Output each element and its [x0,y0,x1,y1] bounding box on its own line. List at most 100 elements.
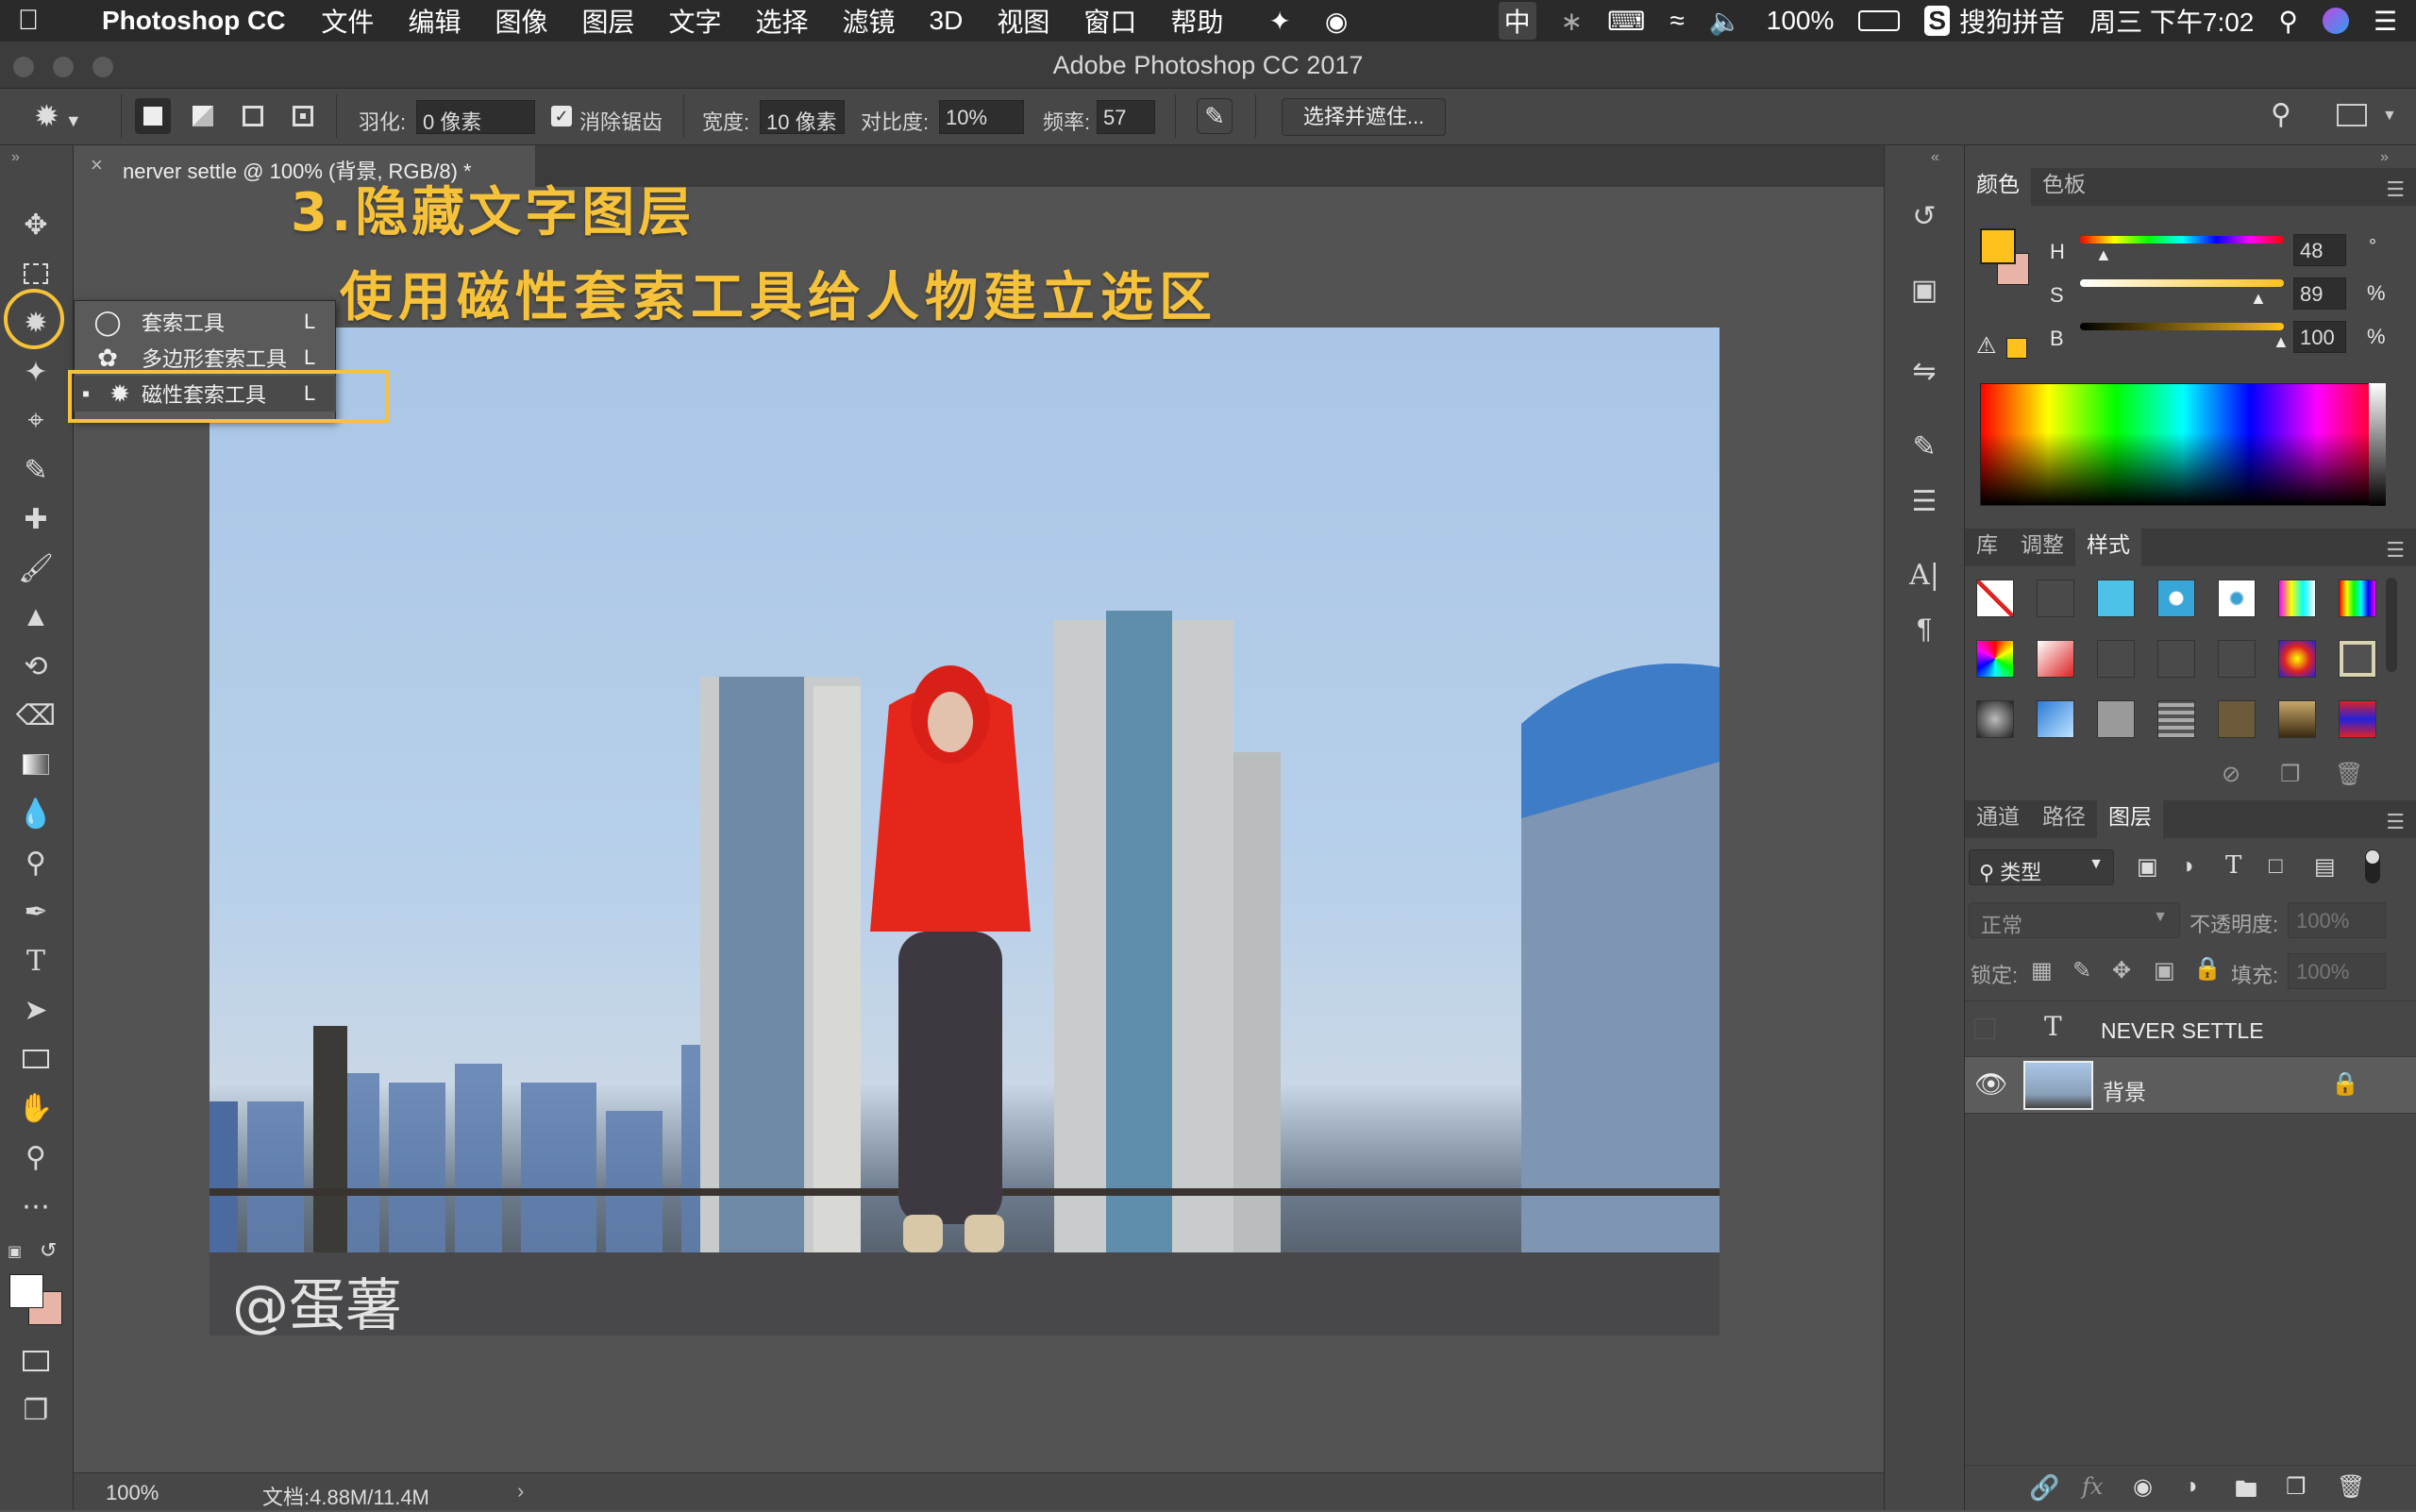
tab-channels[interactable]: 通道 [1965,798,2031,838]
notification-center-icon[interactable]: ☰ [2374,6,2397,37]
color-spectrum-ramp[interactable] [1980,383,2386,506]
clock[interactable]: 周三 下午7:02 [2089,2,2254,40]
style-swatch[interactable] [2278,580,2316,617]
panel-menu-icon[interactable]: ☰ [2386,538,2405,563]
hue-slider[interactable] [2080,236,2284,244]
brush-tool-icon[interactable]: 🖌 [15,547,57,589]
brush-settings-icon[interactable]: ✎ [1903,425,1946,468]
eyedropper-tool-icon[interactable]: ✎ [15,449,57,491]
pen-pressure-icon[interactable]: ✎ [1197,98,1233,134]
delete-style-icon[interactable]: 🗑 [2335,761,2363,788]
hue-slider-thumb[interactable]: ▲ [2095,245,2112,265]
feather-input[interactable]: 0 像素 [416,100,535,134]
pen-tool-icon[interactable]: ✒ [15,891,57,932]
apple-icon[interactable]:  [0,5,57,37]
properties-panel-icon[interactable]: ☰ [1903,479,1946,523]
menu-edit[interactable]: 编辑 [408,2,461,40]
style-swatch[interactable] [2037,640,2074,678]
menu-filter[interactable]: 滤镜 [843,2,896,40]
new-selection-button[interactable] [135,98,171,134]
input-method-icon[interactable]: 中 [1498,2,1536,40]
menu-3d[interactable]: 3D [930,6,964,36]
menu-layer[interactable]: 图层 [581,2,634,40]
visibility-toggle[interactable] [1974,1018,1995,1039]
3d-panel-icon[interactable]: ▣ [1903,268,1946,311]
filter-smart-object-icon[interactable]: ▤ [2314,853,2336,881]
collapse-toolbar-icon[interactable]: » [11,149,20,166]
contrast-input[interactable]: 10% [939,100,1024,134]
tab-layers[interactable]: 图层 [2097,793,2163,838]
document-image[interactable]: @蛋薯 [210,328,1720,1336]
delete-layer-icon[interactable]: 🗑 [2337,1473,2365,1501]
bird-icon[interactable]: ✦ [1268,6,1290,37]
layer-row-selected[interactable]: 👁 背景 🔒 [1965,1057,2416,1114]
filter-adjustment-icon[interactable]: ◑ [2180,853,2194,880]
antialias-checkbox[interactable]: ✓ [551,106,572,126]
opacity-input[interactable]: 100% [2288,902,2386,938]
chevron-right-icon[interactable]: › [517,1479,524,1504]
lock-artboard-icon[interactable]: ▣ [2154,957,2175,984]
menu-select[interactable]: 选择 [756,2,809,40]
style-swatch[interactable] [2339,640,2376,678]
filter-pixel-icon[interactable]: ▣ [2137,853,2158,881]
gamut-warning-icon[interactable]: ⚠ [1976,332,1997,360]
link-layers-icon[interactable]: 🔗 [2029,1473,2059,1503]
grayscale-ramp[interactable] [2369,383,2386,506]
quick-mask-icon[interactable] [15,1340,57,1382]
tab-libraries[interactable]: 库 [1965,527,2009,566]
keyboard-icon[interactable]: ⌨ [1607,6,1645,37]
styles-scrollbar[interactable] [2386,578,2397,672]
lock-all-icon[interactable]: 🔒 [2193,955,2222,983]
style-swatch[interactable] [2097,700,2135,738]
intersect-selection-button[interactable] [285,98,321,134]
creative-cloud-icon[interactable]: ◉ [1325,6,1348,37]
rectangle-tool-icon[interactable] [15,1038,57,1080]
saturation-slider[interactable] [2080,279,2284,287]
style-swatch[interactable] [2218,700,2256,738]
select-and-mask-button[interactable]: 选择并遮住... [1282,98,1446,136]
brightness-slider[interactable] [2080,323,2284,330]
close-tab-icon[interactable]: × [91,153,103,177]
spotlight-search-icon[interactable]: ⚲ [2278,6,2298,37]
blend-mode-select[interactable]: 正常 ▼ [1969,902,2180,938]
crop-tool-icon[interactable]: ⌖ [15,400,57,442]
siri-icon[interactable] [2322,8,2349,34]
zoom-tool-icon[interactable]: ⚲ [15,1136,57,1178]
search-icon[interactable]: ⚲ [2271,98,2291,131]
flyout-item-lasso[interactable]: ◯ 套索工具 L [74,304,336,340]
style-swatch[interactable] [2218,580,2256,617]
type-tool-icon[interactable]: T [15,940,57,982]
style-swatch[interactable] [2157,640,2195,678]
workspace-icon[interactable] [2337,104,2367,126]
zoom-level[interactable]: 100% [106,1481,159,1505]
menu-file[interactable]: 文件 [321,2,374,40]
style-swatch-none[interactable] [1976,580,2014,617]
fill-input[interactable]: 100% [2288,953,2386,989]
collapse-icons-icon[interactable]: « [1931,149,1939,166]
s-input[interactable]: 89 [2293,277,2346,310]
style-swatch[interactable] [2037,700,2074,738]
gamut-color-chip[interactable] [2006,338,2027,359]
character-panel-icon[interactable]: A| [1903,553,1946,596]
style-swatch[interactable] [2278,700,2316,738]
tab-paths[interactable]: 路径 [2031,798,2097,838]
h-input[interactable]: 48 [2293,234,2346,266]
width-input[interactable]: 10 像素 [760,100,845,134]
healing-brush-tool-icon[interactable]: ✚ [15,498,57,540]
style-swatch[interactable] [2339,580,2376,617]
new-group-icon[interactable]: 🖿 [2235,1473,2257,1512]
menu-type[interactable]: 文字 [668,2,721,40]
wifi-icon[interactable]: ≈ [1670,6,1685,36]
tab-color[interactable]: 颜色 [1965,160,2031,206]
tab-swatches[interactable]: 色板 [2031,166,2097,206]
style-swatch[interactable] [2097,640,2135,678]
ime-name[interactable]: 搜狗拼音 [1959,2,2065,40]
dodge-tool-icon[interactable]: ⚲ [15,842,57,883]
add-to-selection-button[interactable] [185,98,221,134]
style-swatch[interactable] [2339,700,2376,738]
foreground-color-chip[interactable] [1980,228,2016,264]
filter-toggle[interactable] [2365,849,2380,883]
style-swatch[interactable] [2157,580,2195,617]
paragraph-panel-icon[interactable]: ¶ [1903,608,1946,651]
layer-filter-select[interactable]: ⚲ 类型 ▼ [1969,849,2114,885]
